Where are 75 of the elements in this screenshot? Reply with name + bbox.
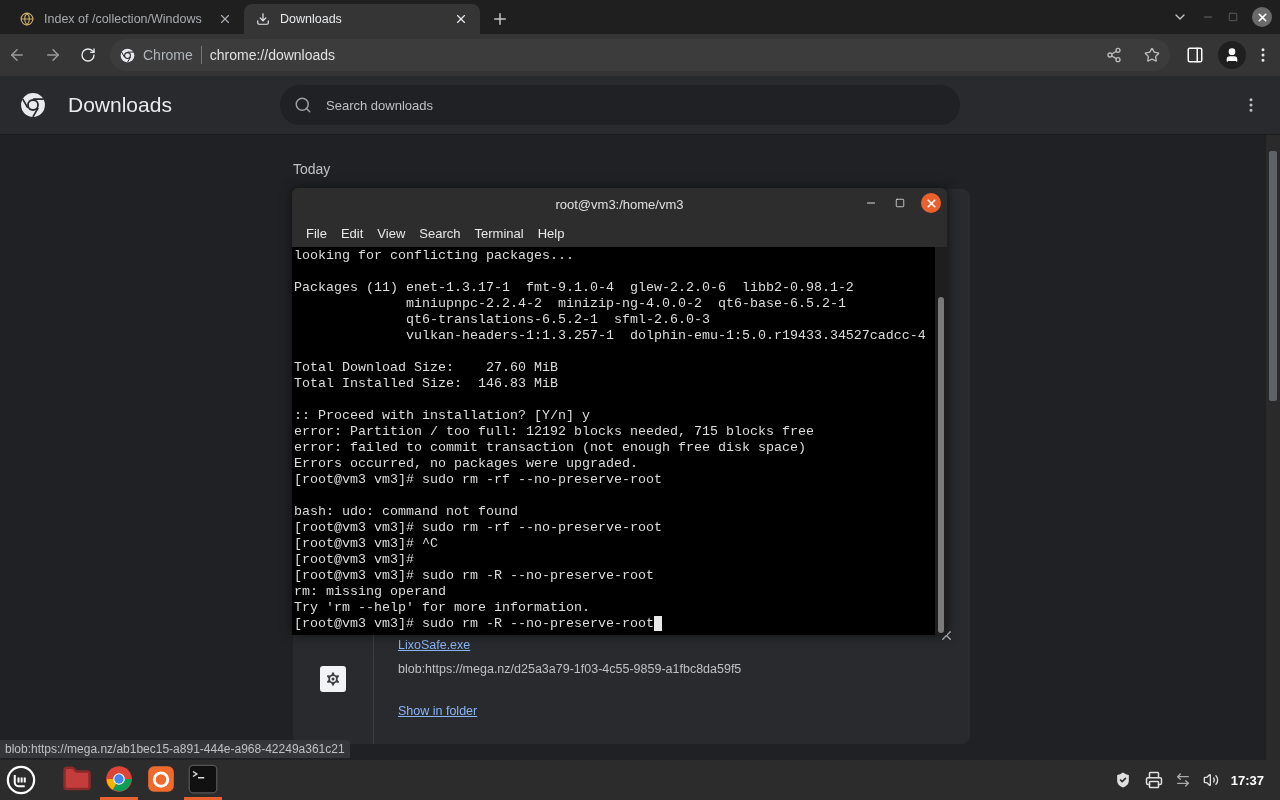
- scrollbar[interactable]: [1266, 135, 1280, 760]
- terminal-line: Packages (11) enet-1.3.17-1 fmt-9.1.0-4 glew-2.2.0-6 libb2-0.98.1-2: [294, 280, 854, 295]
- new-tab-icon[interactable]: [491, 10, 509, 28]
- terminal-line: :: Proceed with installation? [Y/n] y: [294, 408, 590, 423]
- close-window-button[interactable]: [1252, 7, 1272, 27]
- chrome-logo-icon: [20, 92, 46, 118]
- terminal-line: [root@vm3 vm3]# sudo rm -rf --no-preserve-root: [294, 520, 662, 535]
- tab-title: Downloads: [280, 12, 343, 26]
- terminal-scrollbar[interactable]: [935, 247, 947, 635]
- terminal-line: [root@vm3 vm3]# sudo rm -R --no-preserve-root: [294, 568, 654, 583]
- url-text: chrome://downloads: [209, 47, 337, 63]
- terminal-line: [root@vm3 vm3]# sudo rm -R --no-preserve-root: [294, 616, 654, 631]
- terminal-line: looking for conflicting packages...: [294, 248, 574, 263]
- chrome-logo-icon: [120, 47, 135, 63]
- terminal-icon[interactable]: [188, 763, 218, 794]
- close-window-button[interactable]: [921, 193, 941, 213]
- terminal-line: Total Download Size: 27.60 MiB: [294, 360, 558, 375]
- menu-item[interactable]: File: [300, 226, 333, 241]
- clock[interactable]: 17:37: [1230, 772, 1264, 788]
- browser-tab[interactable]: Downloads: [244, 4, 480, 34]
- reload-icon[interactable]: [80, 47, 96, 63]
- chrome-icon[interactable]: [105, 764, 133, 793]
- mint-menu-icon[interactable]: [6, 765, 36, 795]
- terminal-line: error: Partition / too full: 12192 blocks needed, 715 blocks free: [294, 424, 814, 439]
- volume-icon[interactable]: [1202, 772, 1219, 788]
- firefox-icon[interactable]: [147, 764, 175, 793]
- share-icon[interactable]: [1106, 47, 1122, 63]
- search-field[interactable]: Search downloads: [280, 85, 960, 125]
- address-bar[interactable]: Chrome chrome://downloads: [110, 39, 1170, 71]
- terminal-line: [root@vm3 vm3]# ^C: [294, 536, 438, 551]
- terminal-line: Total Installed Size: 146.83 MiB: [294, 376, 558, 391]
- status-bubble: blob:https://mega.nz/ab1bec15-a891-444e-a968-42249a361c21: [0, 740, 350, 758]
- close-icon[interactable]: [218, 12, 232, 26]
- person-icon: [1224, 47, 1240, 63]
- terminal-line: rm: missing operand: [294, 584, 446, 599]
- file-name-link[interactable]: LixoSafe.exe: [398, 638, 471, 652]
- download-source: blob:https://mega.nz/d25a3a79-1f03-4c55-9859-a1fbc8da59f5: [398, 662, 743, 676]
- close-icon: [1255, 10, 1269, 24]
- terminal-line: error: failed to commit transaction (not enough free disk space): [294, 440, 806, 455]
- back-icon[interactable]: [8, 46, 26, 64]
- menu-item[interactable]: Search: [413, 226, 467, 241]
- search-icon: [294, 96, 312, 114]
- menu-item[interactable]: View: [371, 226, 412, 241]
- terminal-line: qt6-translations-6.5.2-1 sfml-2.6.0-3: [404, 312, 710, 327]
- download-icon: [256, 12, 270, 26]
- menu-item[interactable]: Terminal: [468, 226, 530, 241]
- page-title: Downloads: [68, 93, 173, 117]
- close-icon: [924, 196, 938, 210]
- file-gear-icon: [320, 666, 346, 692]
- browser-tab[interactable]: Index of /collection/Windows: [8, 4, 244, 34]
- terminal-line: Errors occurred, no packages were upgraded.: [294, 456, 638, 471]
- terminal-window[interactable]: [292, 188, 947, 635]
- menu-item[interactable]: Edit: [334, 226, 370, 241]
- menu-item[interactable]: Help: [531, 226, 571, 241]
- date-heading: Today: [293, 161, 332, 179]
- printer-icon[interactable]: [1144, 771, 1163, 789]
- network-icon[interactable]: [1174, 772, 1191, 788]
- profile-button[interactable]: [1218, 41, 1246, 69]
- page-icon: [20, 12, 34, 26]
- terminal-line: [root@vm3 vm3]#: [294, 552, 414, 567]
- terminal-line: bash: udo: command not found: [294, 504, 518, 519]
- text-cursor: [653, 616, 662, 631]
- terminal-line: miniupnpc-2.2.4-2 minizip-ng-4.0.0-2 qt6-base-6.5.2-1: [404, 296, 846, 311]
- forward-icon[interactable]: [44, 46, 62, 64]
- terminal-line: vulkan-headers-1:1.3.257-1 dolphin-emu-1:5.0.r19433.34527cadcc-4: [404, 328, 926, 343]
- bookmark-star-icon[interactable]: [1144, 47, 1160, 63]
- site-label: Chrome: [143, 47, 193, 63]
- terminal-line: Try 'rm --help' for more information.: [294, 600, 590, 615]
- maximize-icon[interactable]: [895, 198, 905, 208]
- side-panel-icon[interactable]: [1186, 46, 1204, 64]
- terminal-line: [root@vm3 vm3]# sudo rm -rf --no-preserve-root: [294, 472, 662, 487]
- window-title: root@vm3:/home/vm3: [555, 196, 684, 212]
- close-icon[interactable]: [454, 12, 468, 26]
- show-in-folder-link[interactable]: Show in folder: [398, 704, 478, 718]
- tab-title: Index of /collection/Windows: [44, 12, 203, 26]
